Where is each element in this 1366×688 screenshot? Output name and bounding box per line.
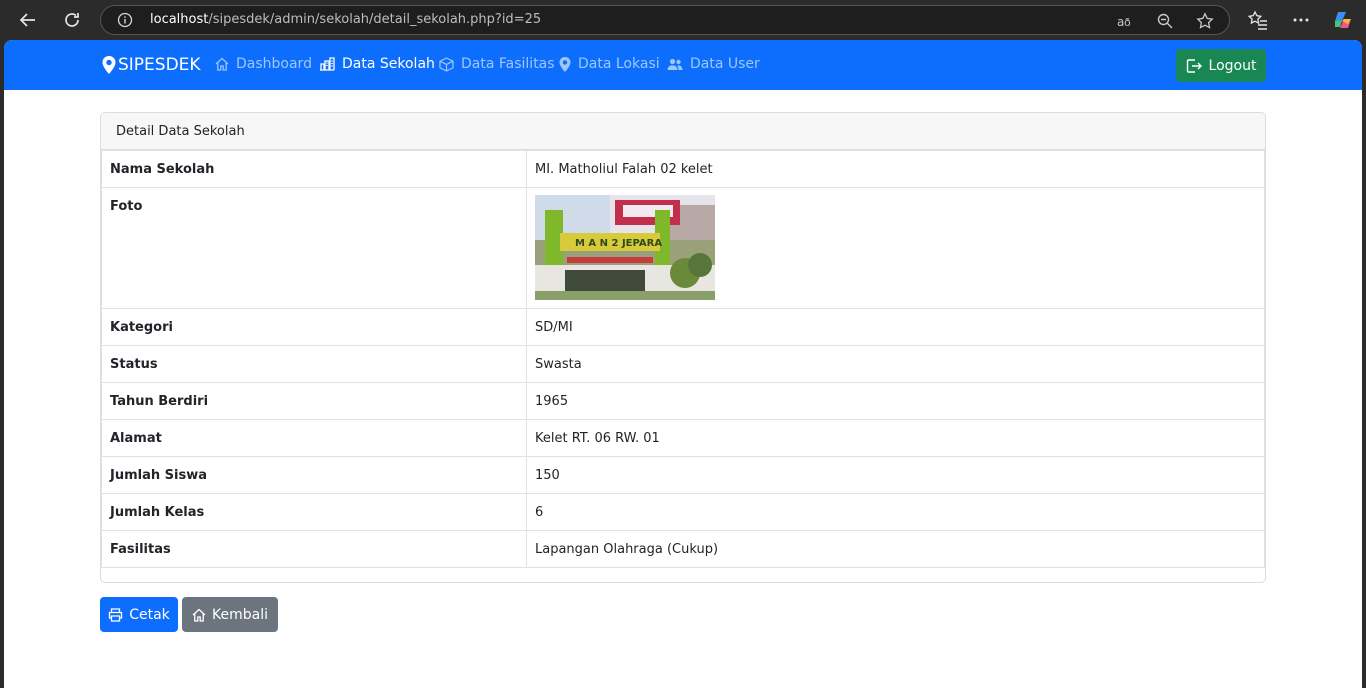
building-icon — [320, 57, 335, 71]
school-photo: M A N 2 JEPARA — [535, 195, 715, 300]
users-icon — [667, 58, 683, 70]
home-icon — [215, 57, 229, 71]
table-row: Foto M A N 2 JEPARA — [101, 187, 1265, 309]
box-icon — [439, 56, 454, 72]
back-label: Kembali — [212, 606, 268, 623]
reload-icon[interactable] — [57, 6, 87, 34]
home-icon — [192, 608, 206, 622]
nav-data-sekolah-label: Data Sekolah — [342, 56, 435, 72]
logout-button[interactable]: Logout — [1176, 49, 1266, 82]
url-text[interactable]: localhost/sipesdek/admin/sekolah/detail_… — [150, 12, 541, 27]
detail-table: Nama Sekolah MI. Matholiul Falah 02 kele… — [101, 150, 1265, 568]
site-info-icon[interactable] — [117, 12, 133, 28]
row-label: Alamat — [101, 419, 527, 457]
back-arrow-icon[interactable] — [13, 6, 43, 34]
row-value: MI. Matholiul Falah 02 kelet — [526, 150, 1265, 188]
read-aloud-icon[interactable]: að — [1116, 12, 1134, 30]
page: SIPESDEK Dashboard Data Sekolah Data Fas… — [4, 40, 1362, 688]
table-row: Status Swasta — [101, 345, 1265, 383]
favorites-list-icon[interactable] — [1247, 9, 1269, 31]
row-label: Kategori — [101, 308, 527, 346]
table-row: Jumlah Kelas 6 — [101, 493, 1265, 531]
print-label: Cetak — [129, 606, 170, 623]
nav-data-user-label: Data User — [690, 56, 760, 72]
print-button[interactable]: Cetak — [100, 597, 178, 632]
row-value: 150 — [526, 456, 1265, 494]
url-path: /sipesdek/admin/sekolah/detail_sekolah.p… — [208, 12, 542, 27]
row-label: Jumlah Siswa — [101, 456, 527, 494]
nav-data-sekolah[interactable]: Data Sekolah — [319, 56, 435, 72]
brand[interactable]: SIPESDEK — [102, 54, 201, 76]
nav-data-fasilitas[interactable]: Data Fasilitas — [439, 56, 555, 72]
table-row: Kategori SD/MI — [101, 308, 1265, 346]
logout-icon — [1186, 58, 1202, 73]
row-value: Lapangan Olahraga (Cukup) — [526, 530, 1265, 568]
nav-dashboard-label: Dashboard — [236, 56, 312, 72]
browser-toolbar: localhost/sipesdek/admin/sekolah/detail_… — [0, 0, 1366, 40]
zoom-icon[interactable] — [1156, 12, 1174, 30]
map-pin-icon — [102, 56, 116, 74]
row-value: Kelet RT. 06 RW. 01 — [526, 419, 1265, 457]
brand-name: SIPESDEK — [118, 55, 201, 75]
address-bar[interactable]: localhost/sipesdek/admin/sekolah/detail_… — [100, 5, 1230, 35]
row-label: Fasilitas — [101, 530, 527, 568]
map-pin-icon — [559, 56, 571, 72]
row-value: 6 — [526, 493, 1265, 531]
row-value: M A N 2 JEPARA — [526, 187, 1265, 309]
row-value: SD/MI — [526, 308, 1265, 346]
table-row: Tahun Berdiri 1965 — [101, 382, 1265, 420]
row-label: Jumlah Kelas — [101, 493, 527, 531]
row-label: Nama Sekolah — [101, 150, 527, 188]
url-host: localhost — [150, 12, 209, 27]
row-label: Status — [101, 345, 527, 383]
more-menu-icon[interactable] — [1290, 9, 1312, 31]
nav-data-lokasi[interactable]: Data Lokasi — [559, 56, 660, 72]
row-label: Tahun Berdiri — [101, 382, 527, 420]
back-button[interactable]: Kembali — [182, 597, 278, 632]
row-value: 1965 — [526, 382, 1265, 420]
detail-card: Detail Data Sekolah Nama Sekolah MI. Mat… — [100, 112, 1266, 583]
table-row: Fasilitas Lapangan Olahraga (Cukup) — [101, 530, 1265, 568]
row-label: Foto — [101, 187, 527, 309]
copilot-icon[interactable] — [1332, 9, 1354, 31]
printer-icon — [109, 607, 123, 622]
logout-label: Logout — [1208, 57, 1257, 74]
nav-data-fasilitas-label: Data Fasilitas — [461, 56, 555, 72]
row-value: Swasta — [526, 345, 1265, 383]
table-row: Jumlah Siswa 150 — [101, 456, 1265, 494]
favorite-star-icon[interactable] — [1196, 12, 1214, 30]
nav-data-lokasi-label: Data Lokasi — [578, 56, 660, 72]
nav-dashboard[interactable]: Dashboard — [215, 56, 312, 72]
nav-data-user[interactable]: Data User — [667, 56, 760, 72]
photo-sign-text: M A N 2 JEPARA — [575, 238, 662, 249]
svg-text:ð: ð — [1124, 16, 1131, 29]
table-row: Alamat Kelet RT. 06 RW. 01 — [101, 419, 1265, 457]
navbar: SIPESDEK Dashboard Data Sekolah Data Fas… — [4, 40, 1362, 90]
table-row: Nama Sekolah MI. Matholiul Falah 02 kele… — [101, 150, 1265, 188]
card-header: Detail Data Sekolah — [101, 113, 1265, 150]
